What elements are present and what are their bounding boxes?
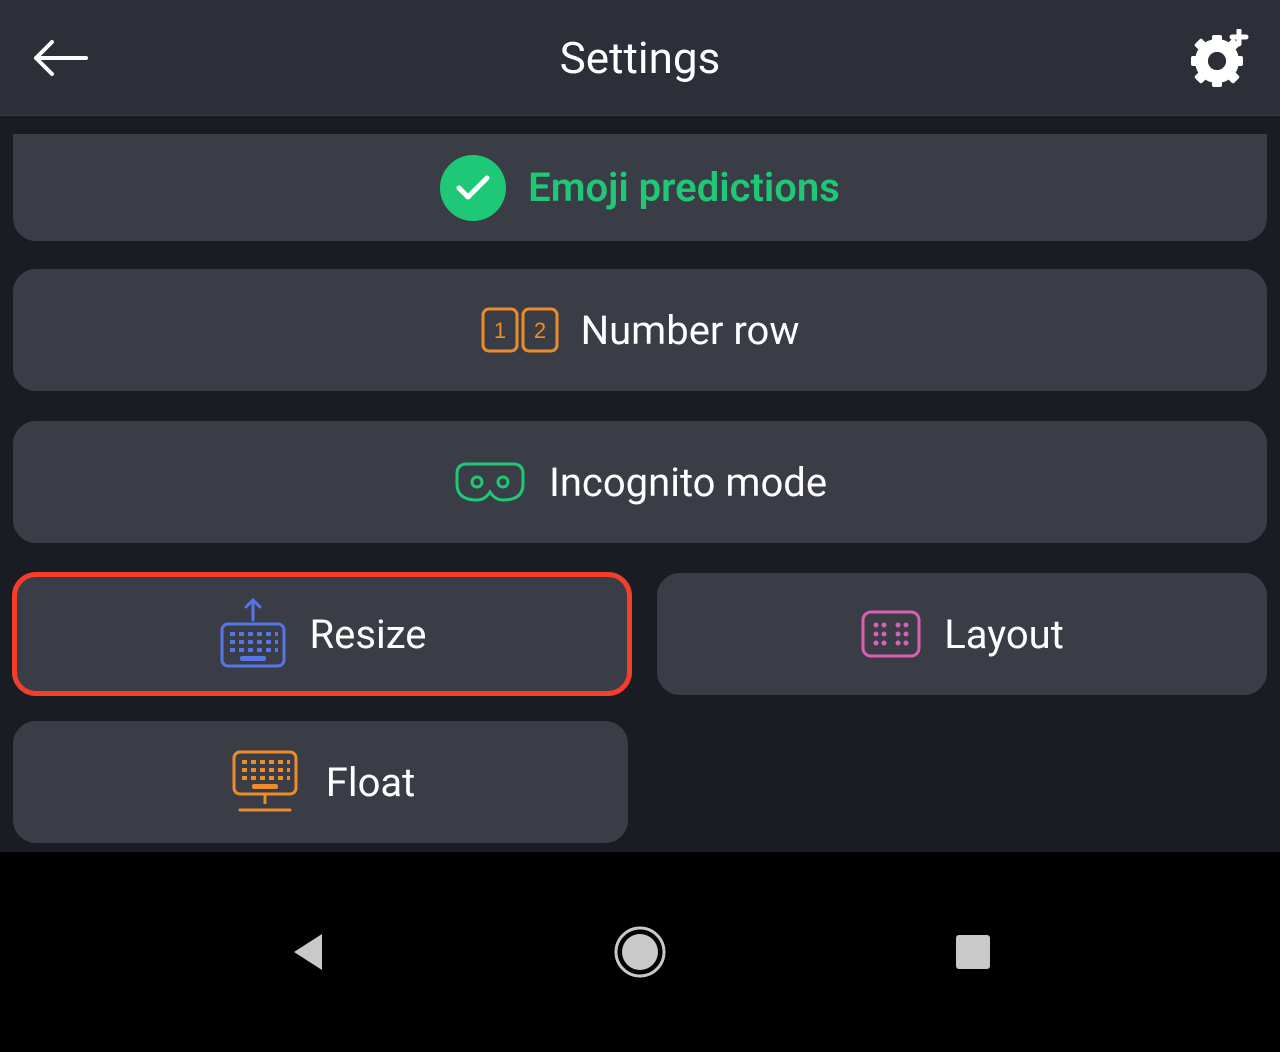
resize-keyboard-icon [218,598,288,670]
layout-icon [860,609,922,659]
layout-card[interactable]: Layout [656,572,1268,696]
float-label: Float [326,759,416,806]
android-nav-bar [0,852,1280,1052]
nav-home-circle-icon [612,924,668,980]
svg-text:1: 1 [493,318,505,343]
emoji-predictions-card[interactable]: Emoji predictions [12,134,1268,242]
nav-recents-square-icon [954,933,992,971]
settings-gear-button[interactable] [1190,28,1250,88]
number-row-icon: 1 2 [481,307,559,353]
top-bar: Settings [0,0,1280,116]
nav-back-button[interactable] [277,922,337,982]
resize-label: Resize [310,611,427,658]
half-row-2: Float [12,720,1268,844]
number-row-card[interactable]: 1 2 Number row [12,268,1268,392]
float-keyboard-icon [226,748,304,816]
float-card[interactable]: Float [12,720,629,844]
svg-text:2: 2 [533,318,545,343]
back-arrow-icon [32,38,88,78]
incognito-mask-icon [453,460,527,504]
incognito-mode-card[interactable]: Incognito mode [12,420,1268,544]
emoji-predictions-label: Emoji predictions [528,164,840,211]
number-row-label: Number row [581,307,800,354]
layout-label: Layout [944,611,1064,658]
page-title: Settings [560,32,721,84]
nav-recents-button[interactable] [943,922,1003,982]
resize-card[interactable]: Resize [12,572,632,696]
back-button[interactable] [30,28,90,88]
settings-content: Emoji predictions 1 2 Number row Incogni… [0,116,1280,844]
half-row-1: Resize Layout [12,572,1268,696]
gear-plus-icon [1191,29,1249,87]
nav-home-button[interactable] [610,922,670,982]
check-circle-icon [440,155,506,221]
empty-slot [653,720,1268,844]
nav-back-triangle-icon [288,930,326,974]
incognito-mode-label: Incognito mode [549,459,827,506]
